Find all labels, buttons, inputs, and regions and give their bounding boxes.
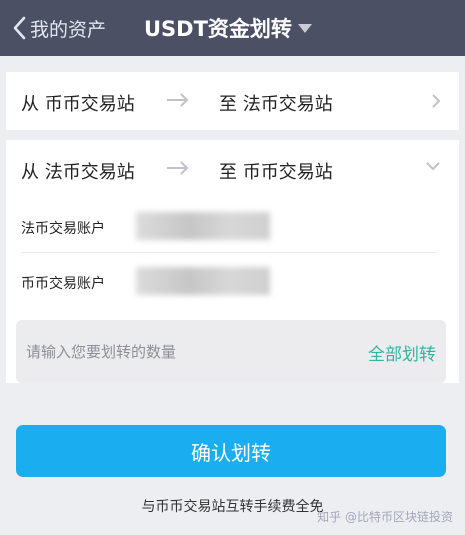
transfer-route-option[interactable]: 从 币币交易站 至 法币交易站 [6, 72, 459, 130]
back-label: 我的资产 [30, 18, 107, 41]
route-row-expanded[interactable]: 从 法币交易站 至 币币交易站 [6, 140, 459, 198]
route-from: 从 法币交易站 [21, 162, 135, 183]
account-row-fiat: 法币交易账户 [6, 202, 459, 254]
account-label: 法币交易账户 [21, 221, 105, 237]
account-row-coin: 币币交易账户 [6, 257, 459, 309]
route-from: 从 币币交易站 [21, 94, 135, 115]
route-to: 至 法币交易站 [219, 94, 333, 115]
transfer-all-button[interactable]: 全部划转 [368, 340, 436, 365]
top-nav-bar: 我的资产 USDT资金划转 [0, 0, 465, 56]
back-button[interactable]: 我的资产 [12, 0, 106, 56]
account-label: 币币交易账户 [21, 276, 105, 292]
divider [21, 252, 437, 253]
arrow-right-icon [167, 93, 189, 107]
page-title: USDT资金划转 [144, 17, 292, 41]
amount-field-container: 全部划转 [16, 320, 446, 383]
chevron-left-icon [13, 16, 26, 40]
confirm-transfer-button[interactable]: 确认划转 [16, 425, 446, 477]
amount-input[interactable] [26, 320, 326, 383]
route-row[interactable]: 从 币币交易站 至 法币交易站 [6, 72, 459, 130]
account-value-blurred [136, 212, 270, 240]
caret-down-icon [297, 23, 312, 33]
arrow-right-icon [167, 161, 189, 175]
watermark: 知乎 @比特币区块链投资 [317, 510, 453, 524]
chevron-right-icon [432, 94, 441, 108]
account-value-blurred [136, 267, 270, 295]
transfer-route-expanded: 从 法币交易站 至 币币交易站 法币交易账户 币币交易账户 全部划转 [6, 140, 459, 383]
route-to: 至 币币交易站 [219, 162, 333, 183]
title-dropdown[interactable]: USDT资金划转 [144, 0, 312, 56]
chevron-down-icon [426, 162, 440, 171]
